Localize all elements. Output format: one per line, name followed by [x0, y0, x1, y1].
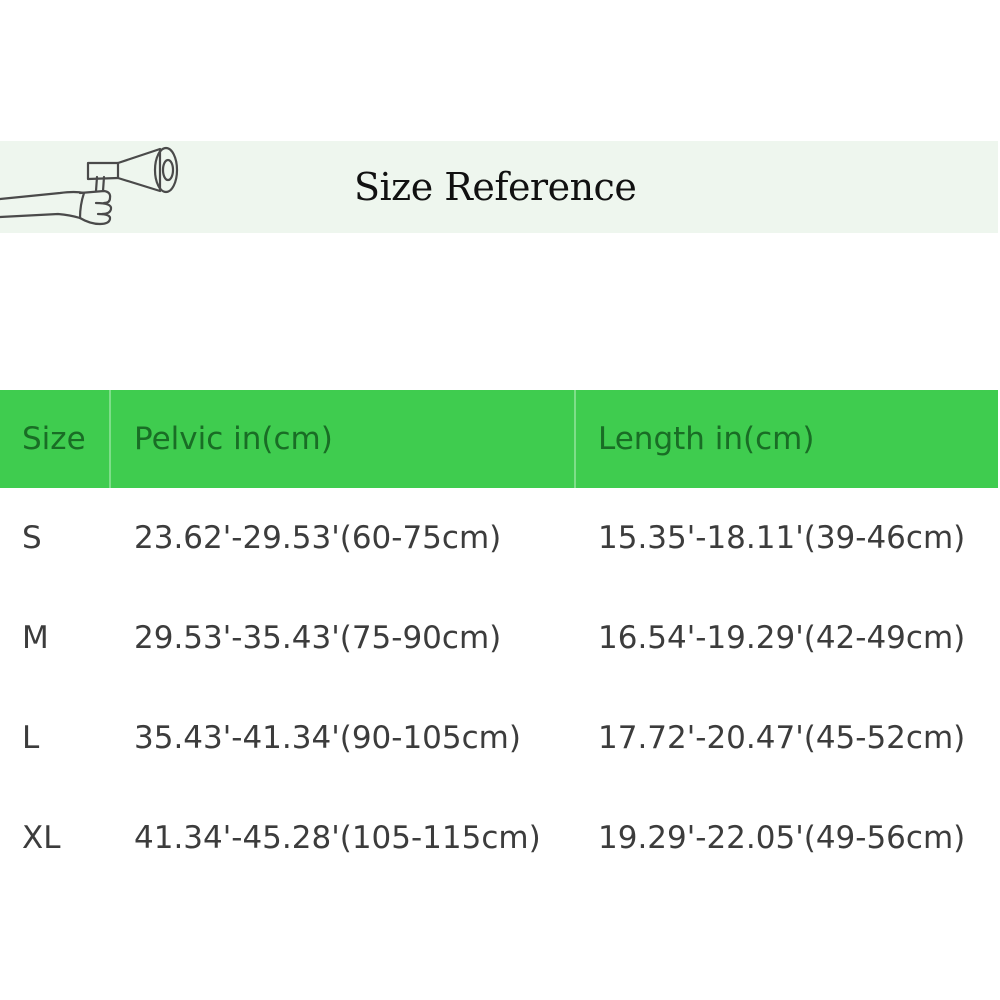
size-cell: M: [22, 620, 49, 656]
size-reference-banner: Size Reference: [0, 141, 998, 233]
size-table: Size Pelvic in(cm) Length in(cm) S 23.62…: [0, 390, 998, 888]
length-cell: 19.29'-22.05'(49-56cm): [598, 820, 966, 856]
table-row: L 35.43'-41.34'(90-105cm) 17.72'-20.47'(…: [0, 688, 998, 788]
column-divider: [574, 390, 576, 488]
length-cell: 15.35'-18.11'(39-46cm): [598, 520, 966, 556]
header-pelvic: Pelvic in(cm): [134, 421, 333, 457]
header-length: Length in(cm): [598, 421, 815, 457]
size-cell: L: [22, 720, 40, 756]
table-row: S 23.62'-29.53'(60-75cm) 15.35'-18.11'(3…: [0, 488, 998, 588]
header-size: Size: [22, 421, 86, 457]
page-title: Size Reference: [354, 165, 637, 209]
table-row: M 29.53'-35.43'(75-90cm) 16.54'-19.29'(4…: [0, 588, 998, 688]
pelvic-cell: 23.62'-29.53'(60-75cm): [134, 520, 502, 556]
length-cell: 16.54'-19.29'(42-49cm): [598, 620, 966, 656]
pelvic-cell: 35.43'-41.34'(90-105cm): [134, 720, 521, 756]
column-divider: [109, 390, 111, 488]
length-cell: 17.72'-20.47'(45-52cm): [598, 720, 966, 756]
pelvic-cell: 41.34'-45.28'(105-115cm): [134, 820, 541, 856]
size-cell: S: [22, 520, 42, 556]
megaphone-icon: [0, 146, 179, 226]
table-header: Size Pelvic in(cm) Length in(cm): [0, 390, 998, 488]
size-cell: XL: [22, 820, 61, 856]
table-row: XL 41.34'-45.28'(105-115cm) 19.29'-22.05…: [0, 788, 998, 888]
pelvic-cell: 29.53'-35.43'(75-90cm): [134, 620, 502, 656]
